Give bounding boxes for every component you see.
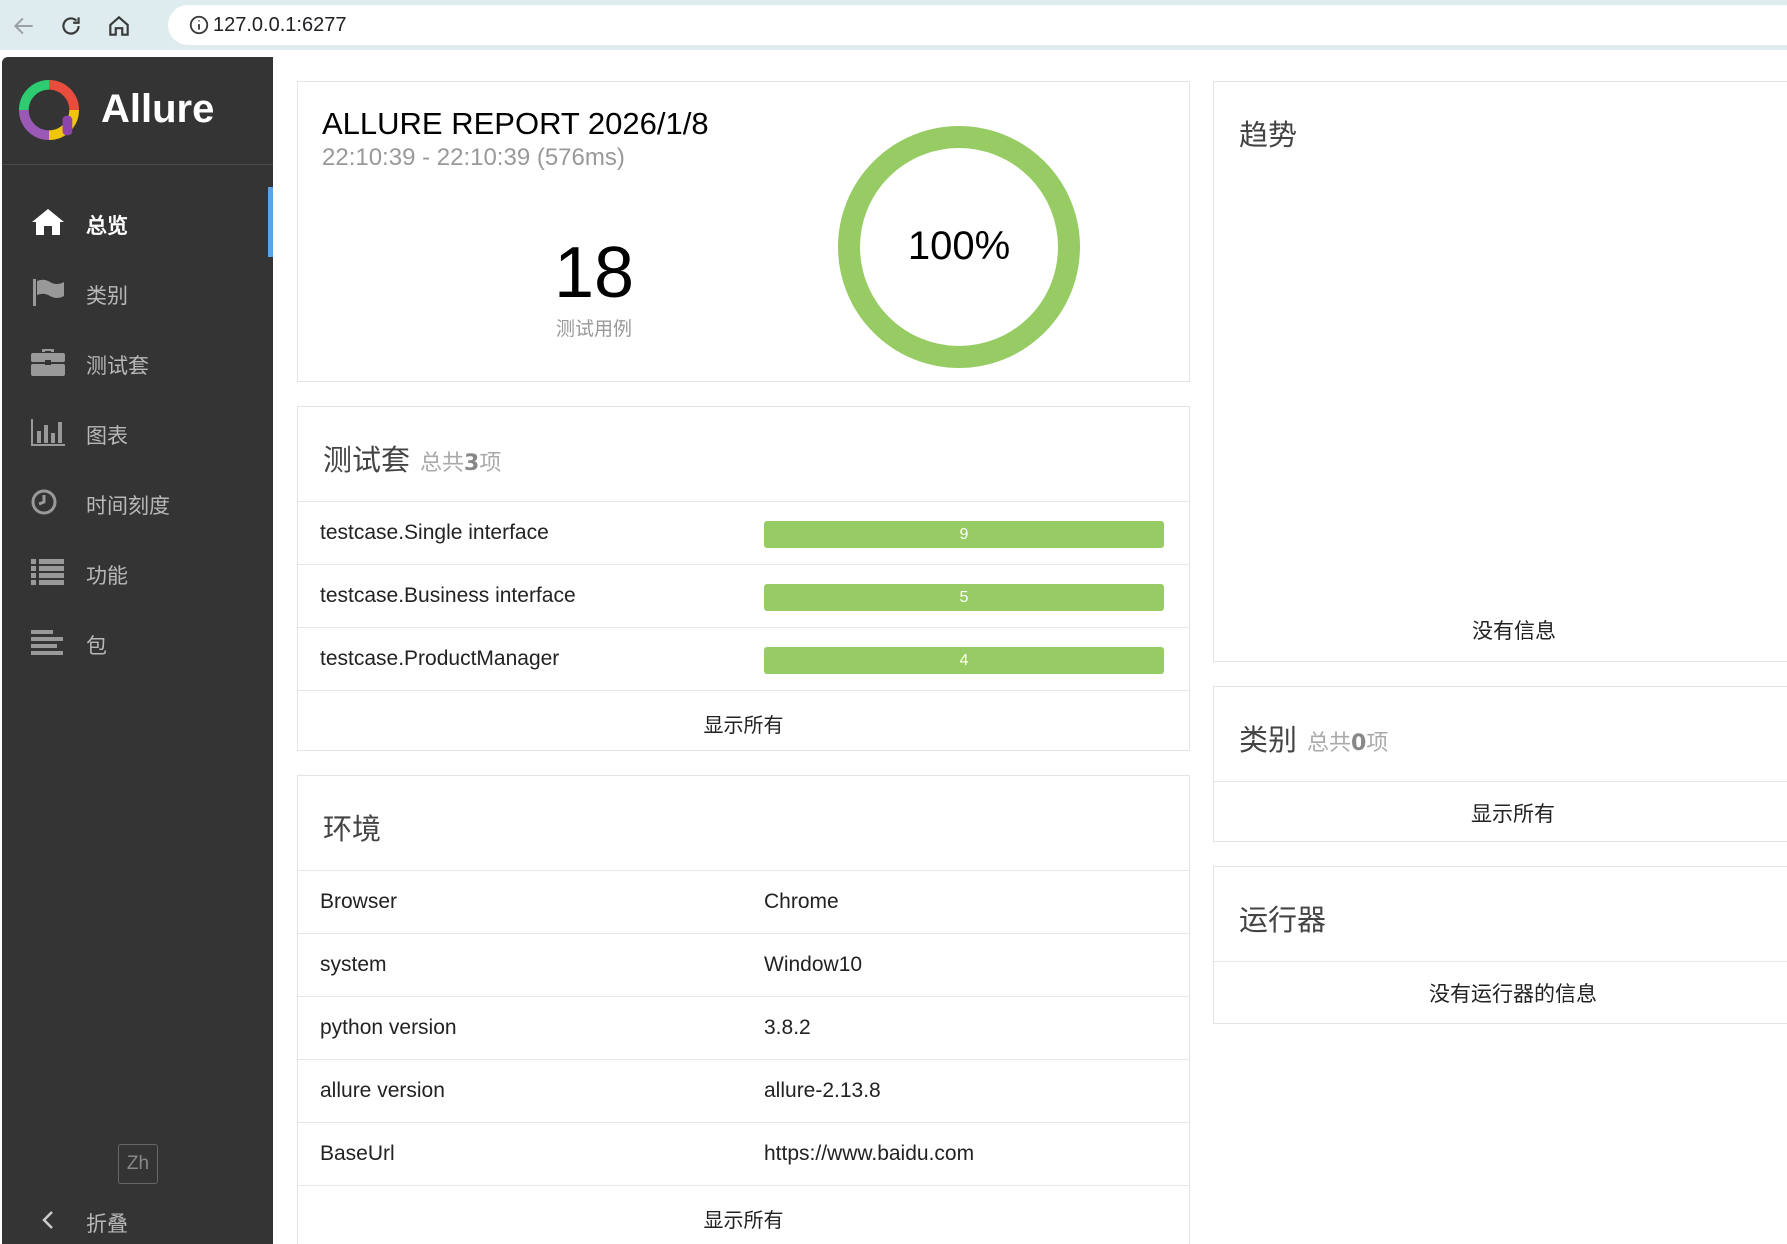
house-icon bbox=[109, 15, 129, 36]
info-icon[interactable] bbox=[188, 14, 210, 36]
sidebar-item-label: 功能 bbox=[86, 564, 128, 588]
env-value: allure-2.13.8 bbox=[764, 1079, 881, 1102]
sidebar-item-packages[interactable]: 包 bbox=[2, 607, 273, 677]
allure-logo-icon bbox=[18, 79, 80, 141]
show-all-row: 显示所有 bbox=[298, 690, 1189, 752]
sidebar-item-label: 测试套 bbox=[86, 354, 149, 378]
trend-empty-message: 没有信息 bbox=[1472, 619, 1556, 643]
executors-empty-message: 没有运行器的信息 bbox=[1429, 982, 1597, 1006]
align-left-icon bbox=[31, 630, 63, 655]
brand-name: Allure bbox=[101, 87, 215, 131]
env-key: python version bbox=[320, 1016, 457, 1039]
env-value[interactable]: https://www.baidu.com bbox=[764, 1142, 974, 1166]
show-all-row: 显示所有 bbox=[1214, 781, 1787, 842]
env-row: python version 3.8.2 bbox=[298, 996, 1189, 1059]
sidebar-item-label: 总览 bbox=[86, 214, 128, 238]
env-key: Browser bbox=[320, 890, 398, 913]
categories-title-text: 类别 bbox=[1239, 723, 1298, 757]
suites-show-all-link[interactable]: 显示所有 bbox=[298, 709, 1189, 738]
home-button[interactable] bbox=[101, 8, 137, 44]
sidebar-item-label: 类别 bbox=[86, 284, 128, 308]
back-button[interactable] bbox=[6, 8, 42, 44]
suite-status-bar[interactable]: 9 bbox=[764, 521, 1164, 548]
suite-name: testcase.Single interface bbox=[320, 521, 549, 544]
executors-widget: 运行器 没有运行器的信息 bbox=[1213, 866, 1787, 1024]
suite-status-bar[interactable]: 5 bbox=[764, 584, 1164, 611]
brand[interactable]: Allure bbox=[2, 57, 273, 165]
env-key: allure version bbox=[320, 1079, 445, 1102]
suites-widget: 测试套 总共3项 testcase.Single interface 9 test… bbox=[297, 406, 1190, 751]
categories-total-suffix: 项 bbox=[1366, 731, 1389, 756]
suite-row[interactable]: testcase.Single interface 9 bbox=[298, 501, 1189, 564]
collapse-button[interactable]: 折叠 bbox=[2, 1198, 273, 1242]
suites-title: 测试套 总共3项 bbox=[323, 437, 501, 479]
sidebar-item-overview[interactable]: 总览 bbox=[2, 187, 273, 257]
arrow-left-icon bbox=[13, 17, 33, 35]
success-rate-percent: 100% bbox=[907, 224, 1011, 268]
env-row: system Window10 bbox=[298, 933, 1189, 996]
categories-total: 总共0项 bbox=[1307, 731, 1388, 756]
url-text[interactable]: 127.0.0.1:6277 bbox=[213, 14, 346, 37]
suites-total-suffix: 项 bbox=[479, 451, 502, 476]
briefcase-icon bbox=[31, 349, 65, 376]
sidebar-item-label: 包 bbox=[86, 634, 107, 658]
flag-icon bbox=[33, 279, 64, 306]
suite-name: testcase.Business interface bbox=[320, 584, 576, 607]
test-case-label: 测试用例 bbox=[555, 318, 632, 340]
environment-widget: 环境 Browser Chrome system Window10 python… bbox=[297, 775, 1190, 1244]
executors-title: 运行器 bbox=[1239, 903, 1327, 937]
environment-title: 环境 bbox=[323, 812, 382, 846]
env-value: 3.8.2 bbox=[764, 1016, 811, 1039]
show-all-row: 显示所有 bbox=[298, 1185, 1189, 1244]
categories-widget: 类别 总共0项 显示所有 bbox=[1213, 686, 1787, 842]
categories-show-all-link[interactable]: 显示所有 bbox=[1214, 798, 1787, 828]
suites-total: 总共3项 bbox=[420, 451, 501, 476]
sidebar: Allure 总览 类别 测试套 图表 时间刻度 功能 包 Zh 折叠 bbox=[2, 57, 273, 1244]
suite-status-bar[interactable]: 4 bbox=[764, 647, 1164, 674]
suites-total-prefix: 总共 bbox=[420, 451, 465, 476]
test-case-count: 18 bbox=[553, 233, 635, 313]
suite-row[interactable]: testcase.ProductManager 4 bbox=[298, 627, 1189, 690]
categories-total-prefix: 总共 bbox=[1307, 731, 1352, 756]
list-icon bbox=[31, 559, 64, 585]
sidebar-item-label: 时间刻度 bbox=[86, 494, 170, 518]
reload-icon bbox=[62, 17, 80, 35]
trend-widget: 趋势 没有信息 bbox=[1213, 81, 1787, 662]
categories-title: 类别 总共0项 bbox=[1239, 717, 1388, 759]
suite-row[interactable]: testcase.Business interface 5 bbox=[298, 564, 1189, 627]
env-value: Window10 bbox=[764, 953, 863, 976]
env-value: Chrome bbox=[764, 890, 839, 913]
sidebar-item-label: 图表 bbox=[86, 424, 128, 448]
suites-title-text: 测试套 bbox=[323, 443, 411, 477]
environment-show-all-link[interactable]: 显示所有 bbox=[298, 1204, 1189, 1233]
env-row: Browser Chrome bbox=[298, 870, 1189, 933]
sidebar-item-timeline[interactable]: 时间刻度 bbox=[2, 467, 273, 537]
home-icon bbox=[32, 209, 64, 235]
executors-empty-row: 没有运行器的信息 bbox=[1214, 961, 1787, 1024]
env-row: BaseUrl https://www.baidu.com bbox=[298, 1122, 1189, 1185]
sidebar-item-graphs[interactable]: 图表 bbox=[2, 397, 273, 467]
language-toggle-button[interactable]: Zh bbox=[118, 1144, 158, 1184]
suites-total-count: 3 bbox=[464, 451, 480, 476]
env-key: BaseUrl bbox=[320, 1142, 395, 1165]
chevron-left-icon bbox=[42, 1211, 53, 1229]
sidebar-item-suites[interactable]: 测试套 bbox=[2, 327, 273, 397]
reload-button[interactable] bbox=[53, 8, 89, 44]
address-bar[interactable]: 127.0.0.1:6277 bbox=[168, 5, 1787, 45]
report-time: 22:10:39 - 22:10:39 (576ms) bbox=[322, 144, 625, 171]
bar-chart-icon bbox=[31, 419, 65, 446]
summary-widget: ALLURE REPORT 2026/1/8 22:10:39 - 22:10:… bbox=[297, 81, 1190, 382]
sidebar-item-categories[interactable]: 类别 bbox=[2, 257, 273, 327]
sidebar-item-behaviors[interactable]: 功能 bbox=[2, 537, 273, 607]
env-row: allure version allure-2.13.8 bbox=[298, 1059, 1189, 1122]
env-key: system bbox=[320, 953, 387, 976]
categories-total-count: 0 bbox=[1351, 731, 1367, 756]
sidebar-menu: 总览 类别 测试套 图表 时间刻度 功能 包 bbox=[2, 187, 273, 677]
collapse-label: 折叠 bbox=[86, 1212, 128, 1236]
suite-name: testcase.ProductManager bbox=[320, 647, 560, 670]
browser-toolbar: 127.0.0.1:6277 bbox=[0, 0, 1787, 50]
clock-icon bbox=[31, 489, 57, 515]
trend-title: 趋势 bbox=[1239, 118, 1298, 152]
report-title: ALLURE REPORT 2026/1/8 bbox=[322, 106, 709, 141]
